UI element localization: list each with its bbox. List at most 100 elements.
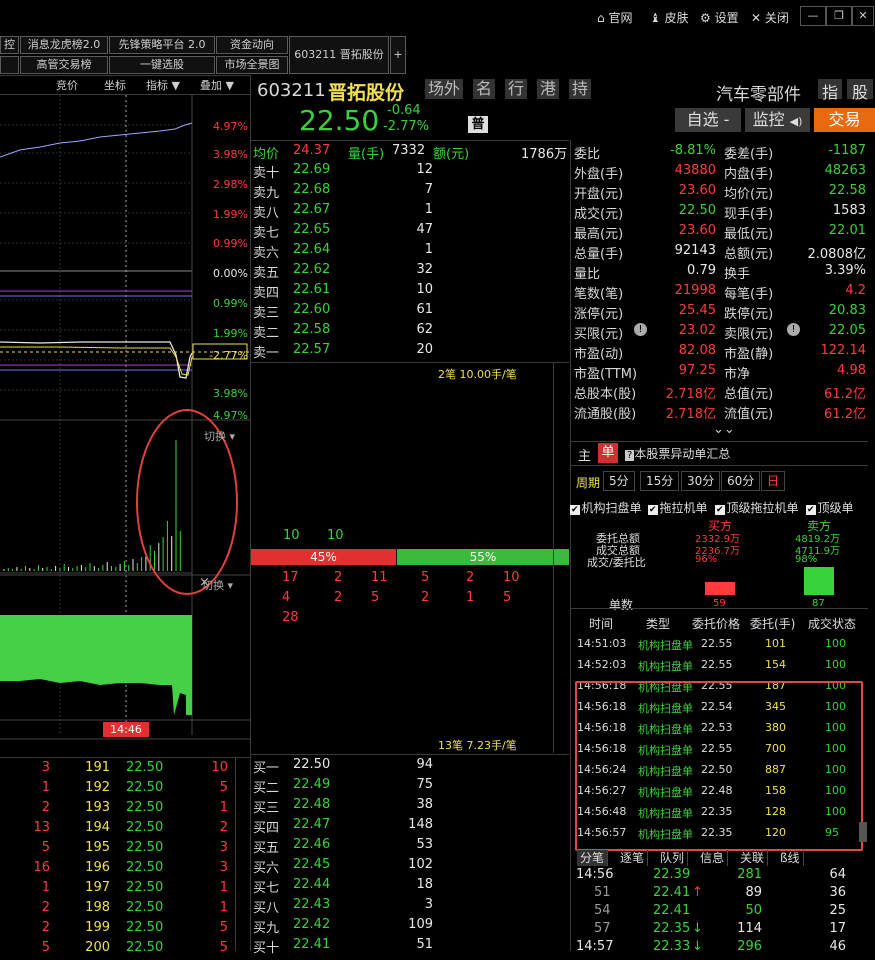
tool-tab-5[interactable]: [0, 56, 19, 74]
trades-col-header[interactable]: 成交状态: [808, 615, 856, 632]
bid-price: 22.41: [293, 937, 331, 952]
stock-tag[interactable]: 场外: [425, 79, 464, 99]
close-icon[interactable]: ✕: [852, 6, 874, 26]
pct-label: 3.98%: [213, 387, 248, 400]
bid-row[interactable]: 买五 22.46 53: [253, 837, 568, 857]
ask-row[interactable]: 卖二 22.58 62: [253, 322, 568, 342]
close-panel-icon[interactable]: ×: [199, 575, 210, 590]
left-tick-c1: 5: [41, 940, 50, 955]
bid-row[interactable]: 买七 22.44 18: [253, 877, 568, 897]
ask-row[interactable]: 卖七 22.65 47: [253, 222, 568, 242]
minimize-icon[interactable]: —: [800, 6, 826, 26]
bid-toggle[interactable]: 竞价: [56, 77, 78, 93]
left-tick-c4: 5: [219, 920, 228, 935]
stat-label: 委差(手): [724, 147, 774, 162]
ask-price: 22.62: [293, 262, 331, 277]
tab-single[interactable]: 单: [598, 443, 618, 463]
ask-row[interactable]: 卖四 22.61 10: [253, 282, 568, 302]
ask-row[interactable]: 卖五 22.62 32: [253, 262, 568, 282]
bid-row[interactable]: 买十 22.41 51: [253, 937, 568, 957]
bid-row[interactable]: 买六 22.45 102: [253, 857, 568, 877]
period-option[interactable]: 60分: [721, 471, 761, 491]
bid-row[interactable]: 买九 22.42 109: [253, 917, 568, 937]
expand-chevron-icon[interactable]: ⌄⌄: [713, 422, 735, 437]
bid-row[interactable]: 买二 22.49 75: [253, 777, 568, 797]
indicator-dropdown[interactable]: 指标 ▼: [146, 77, 180, 93]
bottom-tab[interactable]: ß线: [777, 850, 804, 866]
axis-toggle[interactable]: 坐标: [104, 77, 126, 93]
trades-col-header[interactable]: 类型: [646, 615, 670, 632]
overlay-dropdown[interactable]: 叠加 ▼: [200, 77, 234, 93]
pct-label: 0.99%: [213, 237, 248, 250]
bottom-tab[interactable]: 分笔: [577, 850, 609, 866]
ask-row[interactable]: 卖一 22.57 20: [253, 342, 568, 362]
stock-tag[interactable]: 行: [505, 79, 528, 99]
filter-checkbox[interactable]: ✔ 拖拉机单: [648, 499, 708, 516]
ask-label: 卖十: [253, 166, 280, 181]
bottom-tab[interactable]: 信息: [697, 850, 729, 866]
settings-button[interactable]: ⚙ 设置: [700, 9, 739, 26]
filter-checkbox[interactable]: ✔ 顶级拖拉机单: [715, 499, 799, 516]
ask-row[interactable]: 卖三 22.60 61: [253, 302, 568, 322]
tool-tab-exec-trade[interactable]: 高管交易榜: [20, 56, 108, 74]
period-option[interactable]: 日: [761, 471, 786, 491]
trade-button[interactable]: 交易: [814, 108, 875, 132]
bottom-tab[interactable]: 关联: [737, 850, 769, 866]
close-app-button[interactable]: ✕ 关闭: [751, 9, 789, 26]
trades-col-header[interactable]: 委托价格: [692, 615, 740, 632]
period-option[interactable]: 5分: [603, 471, 635, 491]
filter-checkbox[interactable]: ✔ 机构扫盘单: [570, 499, 642, 516]
tool-tab-fund-flow[interactable]: 资金动向: [216, 36, 288, 54]
bottom-tab[interactable]: 队列: [657, 850, 689, 866]
queue-cell: 5: [371, 590, 380, 605]
bid-row[interactable]: 买八 22.43 3: [253, 897, 568, 917]
stock-tag[interactable]: 名: [473, 79, 496, 99]
trade-row[interactable]: 14:52:03 机构扫盘单 22.55 154 100: [575, 654, 860, 675]
bid-row[interactable]: 买四 22.47 148: [253, 817, 568, 837]
ask-row[interactable]: 卖十 22.69 12: [253, 162, 568, 182]
restore-icon[interactable]: ❐: [826, 6, 852, 26]
tool-tab-strategy[interactable]: 先锋策略平台 2.0: [109, 36, 215, 54]
trades-scrollbar[interactable]: [859, 822, 867, 842]
index-button[interactable]: 指: [818, 79, 842, 102]
stock-tag[interactable]: 港: [537, 79, 560, 99]
stock-tag[interactable]: 持: [569, 79, 592, 99]
left-tick-c1: 2: [41, 920, 50, 935]
tool-tab-1[interactable]: 控: [0, 36, 19, 54]
ask-row[interactable]: 卖九 22.68 7: [253, 182, 568, 202]
tool-tab-market-map[interactable]: 市场全景图: [216, 56, 288, 74]
period-option[interactable]: 30分: [681, 471, 721, 491]
bottom-tab[interactable]: 逐笔: [617, 850, 649, 866]
tab-summary[interactable]: ? 本股票异动单汇总: [625, 445, 730, 462]
industry-name[interactable]: 汽车零部件: [716, 80, 801, 105]
stock-tab[interactable]: 603211 晋拓股份: [289, 36, 389, 74]
left-tick-c3: 22.50: [126, 940, 164, 955]
tool-tab-dragon-tiger[interactable]: 消息龙虎榜2.0: [20, 36, 108, 54]
skin-button[interactable]: ♝ 皮肤: [650, 9, 689, 26]
tick-arrow-icon: ↓: [692, 939, 703, 954]
bid-row[interactable]: 买三 22.48 38: [253, 797, 568, 817]
trades-col-header[interactable]: 委托(手): [750, 615, 795, 632]
stock-button[interactable]: 股: [847, 79, 873, 102]
official-site-link[interactable]: ⌂ 官网: [597, 9, 632, 26]
trades-col-header[interactable]: 时间: [589, 615, 613, 632]
bid-row[interactable]: 买一 22.50 94: [253, 757, 568, 777]
ask-row[interactable]: 卖六 22.64 1: [253, 242, 568, 262]
switch-dropdown-1[interactable]: 切换 ▾: [204, 428, 235, 444]
intraday-chart[interactable]: [0, 95, 250, 755]
stat-row: 买限(元) 23.02 卖限(元) 22.05: [574, 323, 869, 343]
info-icon-1[interactable]: !: [634, 323, 647, 336]
trade-cell: 机构扫盘单: [638, 660, 693, 673]
bid-label: 买七: [253, 881, 280, 896]
add-tab-button[interactable]: +: [390, 36, 406, 74]
ask-row[interactable]: 卖八 22.67 1: [253, 202, 568, 222]
tool-tab-one-click[interactable]: 一键选股: [109, 56, 215, 74]
trade-row[interactable]: 14:51:03 机构扫盘单 22.55 101 100: [575, 633, 860, 654]
tick-arrow-icon: ↓: [692, 921, 703, 936]
add-watchlist-button[interactable]: 自选 -: [675, 108, 741, 132]
period-option[interactable]: 15分: [640, 471, 680, 491]
info-icon-2[interactable]: !: [787, 323, 800, 336]
tab-main[interactable]: 主: [578, 445, 591, 464]
filter-checkbox[interactable]: ✔ 顶级单: [806, 499, 854, 516]
monitor-button[interactable]: 监控 ◀): [745, 108, 810, 132]
